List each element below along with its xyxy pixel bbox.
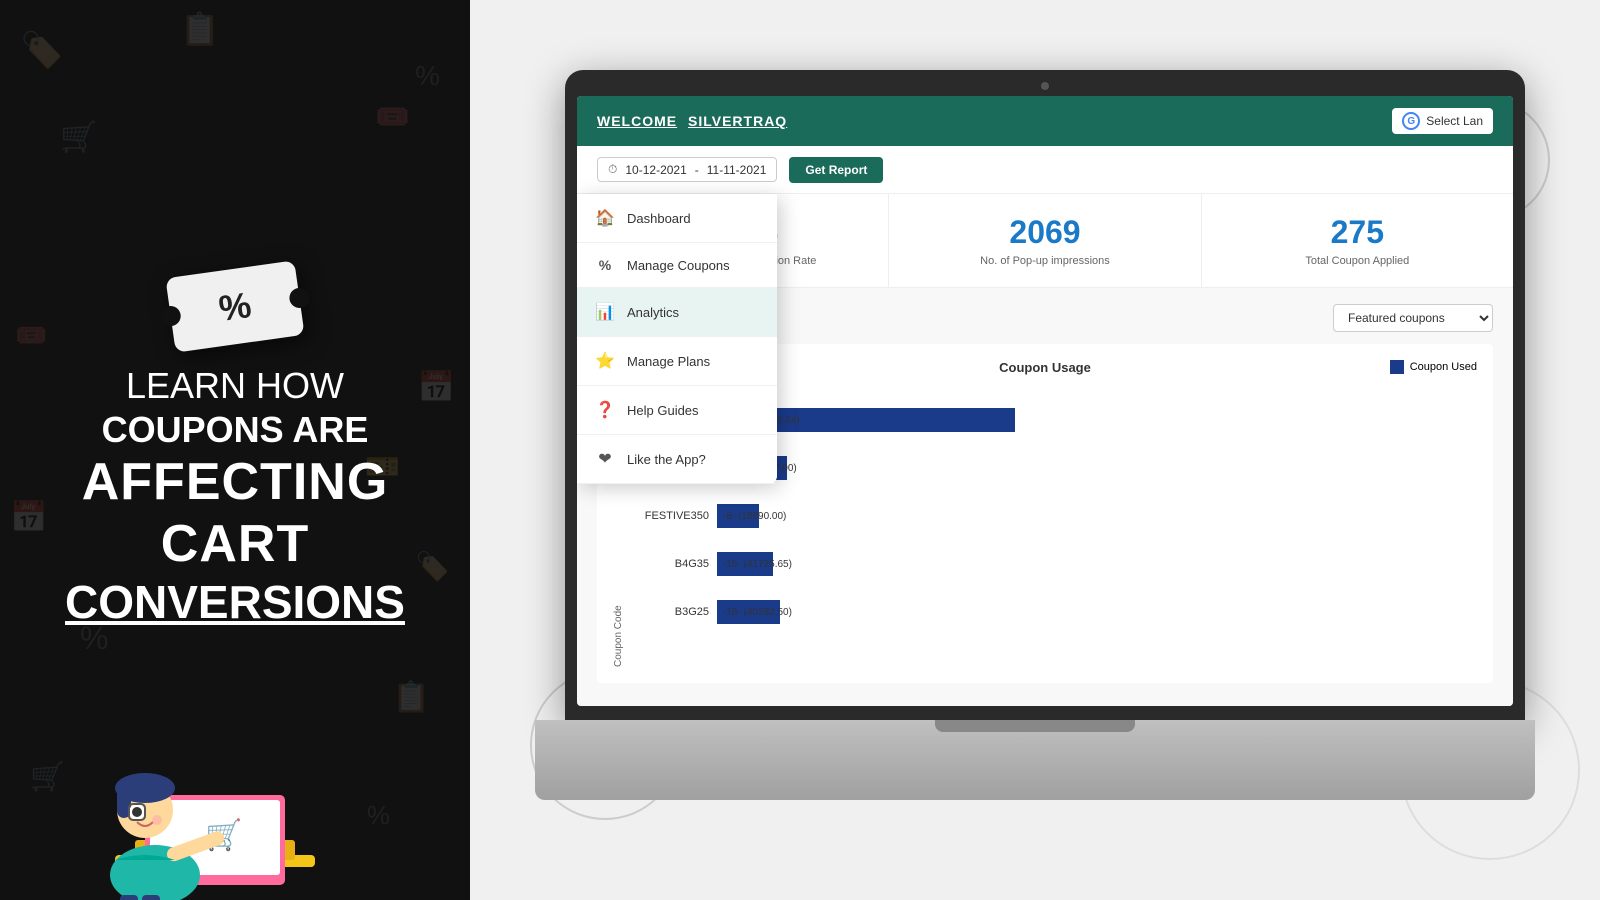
bar-row-4: B3G25-18- (40282.50) [632, 598, 1477, 626]
translate-label: Select Lan [1426, 114, 1483, 128]
bar-fill-3: -15- (41725.65) [717, 552, 773, 576]
bar-fill-2: -8- (18890.00) [717, 504, 759, 528]
stat-value-2: 275 [1222, 214, 1493, 251]
help-icon: ❓ [595, 400, 615, 420]
headline-line4: CONVERSIONS [30, 575, 440, 630]
popup-sidebar-menu: 🏠 Dashboard % Manage Coupons 📊 Analytics [577, 194, 777, 484]
sidebar-item-analytics[interactable]: 📊 Analytics [577, 288, 777, 337]
right-panel: WELCOME SILVERTRAQ G Select Lan ⏱ 10-12-… [470, 0, 1600, 900]
bar-label-2: FESTIVE350 [632, 510, 717, 522]
welcome-text: WELCOME SILVERTRAQ [597, 113, 787, 129]
translate-widget[interactable]: G Select Lan [1392, 108, 1493, 134]
laptop-camera [1041, 82, 1049, 90]
bar-row-2: FESTIVE350-8- (18890.00) [632, 502, 1477, 530]
home-icon: 🏠 [595, 208, 615, 228]
headline-line3: AFFECTING CART [30, 451, 440, 576]
stat-label-2: Total Coupon Applied [1222, 255, 1493, 267]
date-from: 10-12-2021 [625, 163, 686, 177]
headline-line2: COUPONS ARE [30, 408, 440, 451]
date-to: 11-11-2021 [707, 163, 767, 177]
sidebar-item-like-app[interactable]: ❤ Like the App? [577, 435, 777, 484]
get-report-button[interactable]: Get Report [789, 157, 883, 183]
percent-icon: % [595, 257, 615, 273]
welcome-user: SILVERTRAQ [688, 113, 787, 129]
bar-label-4: B3G25 [632, 606, 717, 618]
laptop-wrapper: WELCOME SILVERTRAQ G Select Lan ⏱ 10-12-… [535, 70, 1535, 830]
screen-main: 2.25% Cart to Checkout Conversion Rate 2… [577, 194, 1513, 706]
bar-label-3: B4G35 [632, 558, 717, 570]
headline: LEARN HOW COUPONS ARE AFFECTING CART CON… [0, 364, 470, 630]
screen-header: WELCOME SILVERTRAQ G Select Lan [577, 96, 1513, 146]
bar-value-3: -15- (41725.65) [723, 559, 792, 570]
sidebar-dashboard-label: Dashboard [627, 211, 691, 226]
left-panel: 🏷️ % 🛒 📋 🎟️ 📅 🏷️ % 🎫 📋 🛒 % 🎟️ 📅 % LEARN … [0, 0, 470, 900]
analytics-icon: 📊 [595, 302, 615, 322]
sidebar-item-help-guides[interactable]: ❓ Help Guides [577, 386, 777, 435]
person-illustration: 🛒 [0, 700, 470, 900]
laptop-screen-outer: WELCOME SILVERTRAQ G Select Lan ⏱ 10-12-… [565, 70, 1525, 720]
sidebar-manage-plans-label: Manage Plans [627, 354, 710, 369]
bar-value-2: -8- (18890.00) [723, 511, 786, 522]
laptop-base [535, 720, 1535, 800]
bar-row-3: B4G35-15- (41725.65) [632, 550, 1477, 578]
stat-value-1: 2069 [909, 214, 1180, 251]
stat-card-1: 2069 No. of Pop-up impressions [889, 194, 1201, 287]
chart-legend: Coupon Used [1390, 360, 1477, 374]
sidebar-manage-coupons-label: Manage Coupons [627, 258, 730, 273]
bar-fill-4: -18- (40282.50) [717, 600, 780, 624]
sidebar-help-guides-label: Help Guides [627, 403, 699, 418]
welcome-label: WELCOME [597, 113, 677, 129]
date-separator: - [695, 163, 699, 177]
featured-dropdown[interactable]: Featured coupons [1333, 304, 1493, 332]
screen-toolbar: ⏱ 10-12-2021 - 11-11-2021 Get Report [577, 146, 1513, 194]
laptop-notch [935, 720, 1135, 732]
legend-color [1390, 360, 1404, 374]
laptop-screen: WELCOME SILVERTRAQ G Select Lan ⏱ 10-12-… [577, 96, 1513, 706]
headline-line1: LEARN HOW [30, 364, 440, 407]
bar-value-4: -18- (40282.50) [723, 607, 792, 618]
sidebar-item-manage-coupons[interactable]: % Manage Coupons [577, 243, 777, 288]
clock-icon: ⏱ [608, 162, 617, 177]
stat-label-1: No. of Pop-up impressions [909, 255, 1180, 267]
coupon-icon: % [170, 269, 300, 344]
sidebar-item-manage-plans[interactable]: ⭐ Manage Plans [577, 337, 777, 386]
legend-label: Coupon Used [1410, 361, 1477, 373]
google-icon: G [1402, 112, 1420, 130]
sidebar-like-app-label: Like the App? [627, 452, 706, 467]
sidebar-analytics-label: Analytics [627, 305, 679, 320]
sidebar-item-dashboard[interactable]: 🏠 Dashboard [577, 194, 777, 243]
heart-icon: ❤ [595, 449, 615, 469]
star-icon: ⭐ [595, 351, 615, 371]
stat-card-2: 275 Total Coupon Applied [1202, 194, 1513, 287]
date-range[interactable]: ⏱ 10-12-2021 - 11-11-2021 [597, 157, 777, 182]
